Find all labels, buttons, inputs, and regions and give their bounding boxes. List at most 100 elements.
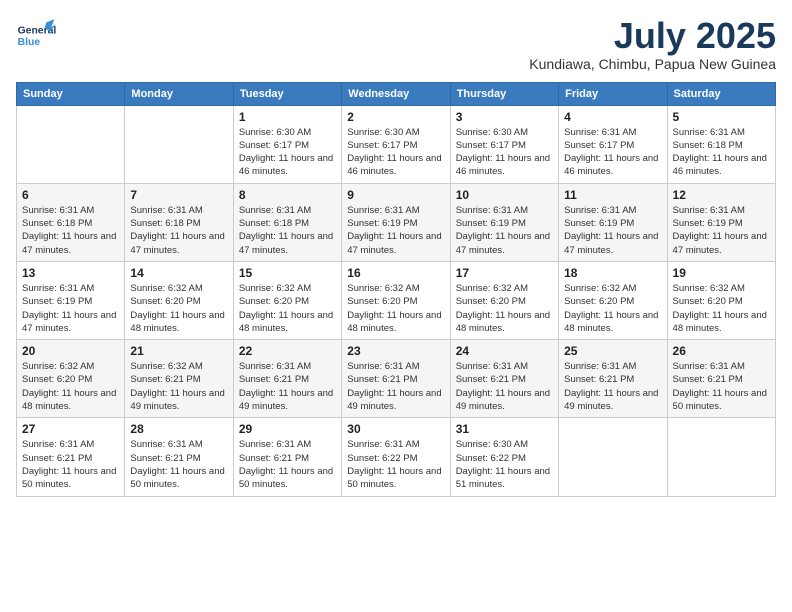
day-info: Sunrise: 6:30 AM Sunset: 6:17 PM Dayligh… — [239, 126, 336, 179]
calendar-cell: 2 Sunrise: 6:30 AM Sunset: 6:17 PM Daylig… — [342, 105, 450, 183]
calendar-cell — [667, 418, 775, 496]
day-info: Sunrise: 6:32 AM Sunset: 6:20 PM Dayligh… — [564, 282, 661, 335]
day-number: 5 — [673, 110, 770, 124]
calendar-cell: 23 Sunrise: 6:31 AM Sunset: 6:21 PM Dayli… — [342, 340, 450, 418]
calendar-header-row: SundayMondayTuesdayWednesdayThursdayFrid… — [17, 82, 776, 105]
day-info: Sunrise: 6:31 AM Sunset: 6:18 PM Dayligh… — [130, 204, 227, 257]
day-info: Sunrise: 6:31 AM Sunset: 6:21 PM Dayligh… — [22, 438, 119, 491]
day-number: 14 — [130, 266, 227, 280]
day-info: Sunrise: 6:31 AM Sunset: 6:21 PM Dayligh… — [347, 360, 444, 413]
calendar-cell: 15 Sunrise: 6:32 AM Sunset: 6:20 PM Dayli… — [233, 261, 341, 339]
calendar-cell: 26 Sunrise: 6:31 AM Sunset: 6:21 PM Dayli… — [667, 340, 775, 418]
day-number: 26 — [673, 344, 770, 358]
day-number: 23 — [347, 344, 444, 358]
calendar-week-2: 6 Sunrise: 6:31 AM Sunset: 6:18 PM Daylig… — [17, 183, 776, 261]
day-number: 1 — [239, 110, 336, 124]
day-info: Sunrise: 6:31 AM Sunset: 6:21 PM Dayligh… — [456, 360, 553, 413]
day-number: 2 — [347, 110, 444, 124]
calendar-cell: 9 Sunrise: 6:31 AM Sunset: 6:19 PM Daylig… — [342, 183, 450, 261]
day-number: 13 — [22, 266, 119, 280]
day-info: Sunrise: 6:32 AM Sunset: 6:20 PM Dayligh… — [456, 282, 553, 335]
day-info: Sunrise: 6:31 AM Sunset: 6:19 PM Dayligh… — [347, 204, 444, 257]
day-info: Sunrise: 6:32 AM Sunset: 6:20 PM Dayligh… — [673, 282, 770, 335]
calendar-cell: 22Sunrise: 6:31 AM Sunset: 6:21 PM Dayli… — [233, 340, 341, 418]
day-number: 7 — [130, 188, 227, 202]
calendar-cell — [17, 105, 125, 183]
col-header-tuesday: Tuesday — [233, 82, 341, 105]
day-info: Sunrise: 6:31 AM Sunset: 6:21 PM Dayligh… — [239, 360, 336, 413]
day-info: Sunrise: 6:30 AM Sunset: 6:17 PM Dayligh… — [347, 126, 444, 179]
col-header-saturday: Saturday — [667, 82, 775, 105]
day-number: 31 — [456, 422, 553, 436]
general-blue-logo: General Blue — [16, 16, 56, 56]
calendar-cell: 30 Sunrise: 6:31 AM Sunset: 6:22 PM Dayli… — [342, 418, 450, 496]
calendar-cell: 25 Sunrise: 6:31 AM Sunset: 6:21 PM Dayli… — [559, 340, 667, 418]
calendar-week-4: 20Sunrise: 6:32 AM Sunset: 6:20 PM Dayli… — [17, 340, 776, 418]
day-number: 15 — [239, 266, 336, 280]
day-info: Sunrise: 6:31 AM Sunset: 6:18 PM Dayligh… — [239, 204, 336, 257]
calendar-cell: 24 Sunrise: 6:31 AM Sunset: 6:21 PM Dayli… — [450, 340, 558, 418]
calendar-cell: 31 Sunrise: 6:30 AM Sunset: 6:22 PM Dayli… — [450, 418, 558, 496]
day-info: Sunrise: 6:30 AM Sunset: 6:22 PM Dayligh… — [456, 438, 553, 491]
calendar-cell: 18Sunrise: 6:32 AM Sunset: 6:20 PM Dayli… — [559, 261, 667, 339]
calendar-body: 1 Sunrise: 6:30 AM Sunset: 6:17 PM Daylig… — [17, 105, 776, 496]
day-number: 28 — [130, 422, 227, 436]
calendar-cell — [125, 105, 233, 183]
location-subtitle: Kundiawa, Chimbu, Papua New Guinea — [529, 56, 776, 72]
col-header-sunday: Sunday — [17, 82, 125, 105]
day-info: Sunrise: 6:32 AM Sunset: 6:20 PM Dayligh… — [239, 282, 336, 335]
svg-text:Blue: Blue — [18, 37, 41, 48]
day-number: 9 — [347, 188, 444, 202]
day-info: Sunrise: 6:32 AM Sunset: 6:20 PM Dayligh… — [347, 282, 444, 335]
day-info: Sunrise: 6:31 AM Sunset: 6:17 PM Dayligh… — [564, 126, 661, 179]
day-number: 6 — [22, 188, 119, 202]
calendar-cell: 1 Sunrise: 6:30 AM Sunset: 6:17 PM Daylig… — [233, 105, 341, 183]
col-header-friday: Friday — [559, 82, 667, 105]
logo: General Blue — [16, 16, 56, 56]
calendar-cell: 21Sunrise: 6:32 AM Sunset: 6:21 PM Dayli… — [125, 340, 233, 418]
calendar-cell: 19 Sunrise: 6:32 AM Sunset: 6:20 PM Dayli… — [667, 261, 775, 339]
day-number: 8 — [239, 188, 336, 202]
day-number: 25 — [564, 344, 661, 358]
calendar-cell: 12Sunrise: 6:31 AM Sunset: 6:19 PM Dayli… — [667, 183, 775, 261]
calendar-cell: 13 Sunrise: 6:31 AM Sunset: 6:19 PM Dayli… — [17, 261, 125, 339]
calendar-cell: 10Sunrise: 6:31 AM Sunset: 6:19 PM Dayli… — [450, 183, 558, 261]
day-info: Sunrise: 6:31 AM Sunset: 6:21 PM Dayligh… — [239, 438, 336, 491]
calendar-cell: 11 Sunrise: 6:31 AM Sunset: 6:19 PM Dayli… — [559, 183, 667, 261]
day-info: Sunrise: 6:31 AM Sunset: 6:21 PM Dayligh… — [130, 438, 227, 491]
day-info: Sunrise: 6:31 AM Sunset: 6:19 PM Dayligh… — [673, 204, 770, 257]
calendar-cell: 17 Sunrise: 6:32 AM Sunset: 6:20 PM Dayli… — [450, 261, 558, 339]
calendar-cell: 8 Sunrise: 6:31 AM Sunset: 6:18 PM Daylig… — [233, 183, 341, 261]
day-info: Sunrise: 6:31 AM Sunset: 6:18 PM Dayligh… — [673, 126, 770, 179]
calendar-week-3: 13 Sunrise: 6:31 AM Sunset: 6:19 PM Dayli… — [17, 261, 776, 339]
title-block: July 2025 Kundiawa, Chimbu, Papua New Gu… — [529, 16, 776, 72]
calendar-cell: 3Sunrise: 6:30 AM Sunset: 6:17 PM Daylig… — [450, 105, 558, 183]
calendar-table: SundayMondayTuesdayWednesdayThursdayFrid… — [16, 82, 776, 497]
day-number: 19 — [673, 266, 770, 280]
calendar-cell: 27 Sunrise: 6:31 AM Sunset: 6:21 PM Dayli… — [17, 418, 125, 496]
day-number: 27 — [22, 422, 119, 436]
day-info: Sunrise: 6:31 AM Sunset: 6:22 PM Dayligh… — [347, 438, 444, 491]
page-header: General Blue July 2025 Kundiawa, Chimbu,… — [16, 16, 776, 72]
day-number: 20 — [22, 344, 119, 358]
day-info: Sunrise: 6:31 AM Sunset: 6:21 PM Dayligh… — [673, 360, 770, 413]
col-header-thursday: Thursday — [450, 82, 558, 105]
day-info: Sunrise: 6:31 AM Sunset: 6:19 PM Dayligh… — [22, 282, 119, 335]
calendar-week-5: 27 Sunrise: 6:31 AM Sunset: 6:21 PM Dayli… — [17, 418, 776, 496]
day-number: 21 — [130, 344, 227, 358]
day-number: 11 — [564, 188, 661, 202]
calendar-cell: 16 Sunrise: 6:32 AM Sunset: 6:20 PM Dayli… — [342, 261, 450, 339]
day-info: Sunrise: 6:31 AM Sunset: 6:18 PM Dayligh… — [22, 204, 119, 257]
day-number: 4 — [564, 110, 661, 124]
day-info: Sunrise: 6:31 AM Sunset: 6:21 PM Dayligh… — [564, 360, 661, 413]
calendar-cell: 28 Sunrise: 6:31 AM Sunset: 6:21 PM Dayli… — [125, 418, 233, 496]
calendar-cell: 6 Sunrise: 6:31 AM Sunset: 6:18 PM Daylig… — [17, 183, 125, 261]
calendar-cell: 4 Sunrise: 6:31 AM Sunset: 6:17 PM Daylig… — [559, 105, 667, 183]
col-header-wednesday: Wednesday — [342, 82, 450, 105]
day-number: 30 — [347, 422, 444, 436]
day-info: Sunrise: 6:31 AM Sunset: 6:19 PM Dayligh… — [456, 204, 553, 257]
day-number: 17 — [456, 266, 553, 280]
day-number: 24 — [456, 344, 553, 358]
day-info: Sunrise: 6:31 AM Sunset: 6:19 PM Dayligh… — [564, 204, 661, 257]
day-number: 16 — [347, 266, 444, 280]
